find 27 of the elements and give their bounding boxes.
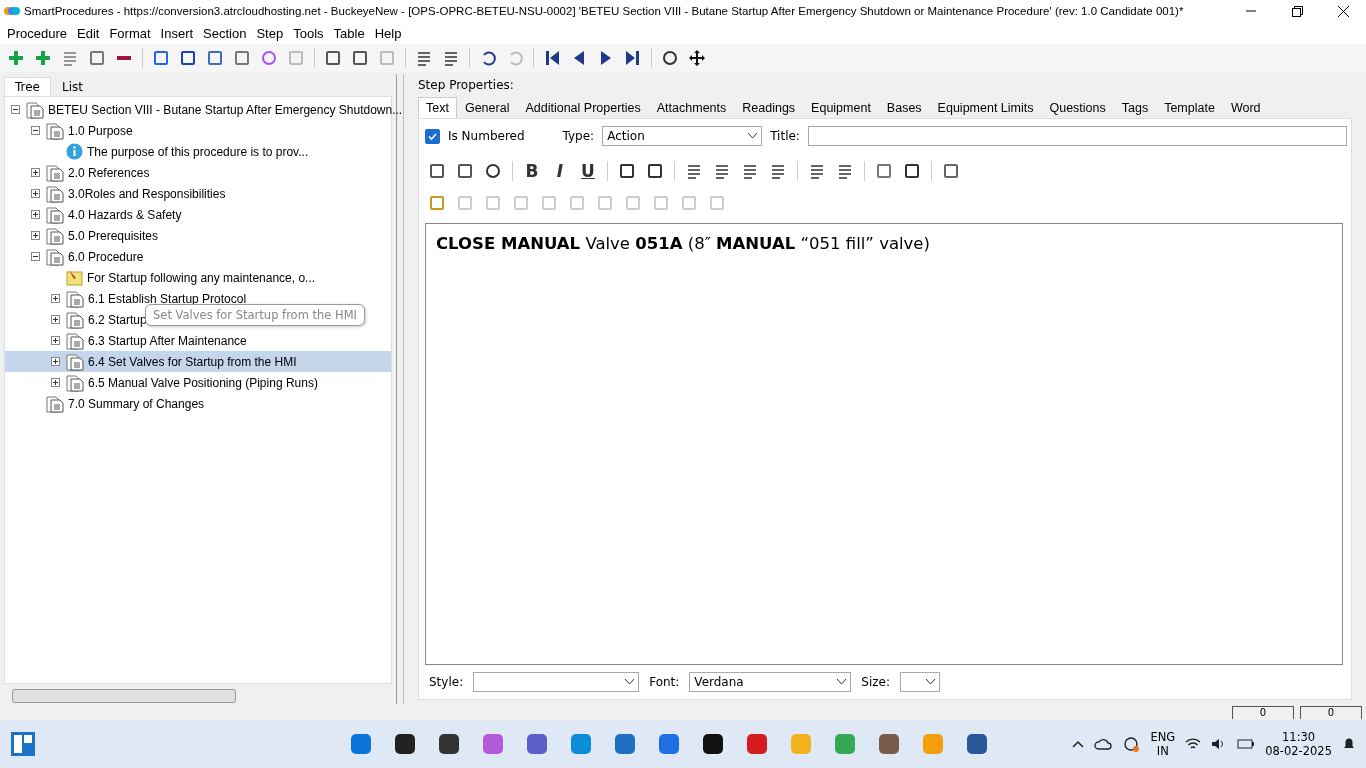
- status-field: 0: [1232, 706, 1294, 719]
- tree-item-label: The purpose of this procedure is to prov...: [87, 144, 309, 159]
- tree-item-label: For Startup following any maintenance, o...: [87, 270, 316, 285]
- title-label: Title:: [770, 129, 800, 143]
- status-field: 0: [1300, 706, 1362, 719]
- tree-item-label: 6.3 Startup After Maintenance: [88, 333, 247, 348]
- size-label: Size:: [861, 675, 891, 689]
- checkbox-label: Is Numbered: [448, 129, 525, 143]
- panel-heading: Step Properties:: [418, 78, 515, 92]
- font-label: Font:: [649, 675, 680, 689]
- window-title: SmartProcedures - https://conversion3.atrcloudhosting.net - BuckeyeNew - [OPS-OPRC-BETEU-NSU-0002] 'BETEU Section VIII - Butane Startup After Emergency Shutdown or Maintenance Procedure' (rev: 1.0 Candidate 001)*: [24, 5, 1184, 17]
- tree-item-label: 3.0Roles and Responsibilities: [68, 186, 226, 201]
- tree-item-label: 7.0 Summary of Changes: [68, 396, 205, 411]
- tree-item-label: 5.0 Prerequisites: [68, 228, 159, 243]
- tree-item-label: 6.0 Procedure: [68, 249, 144, 264]
- tree-item-label: 2.0 References: [68, 165, 150, 180]
- tree-item-label: 6.1 Establish Startup Protocol: [88, 291, 247, 306]
- step-text: CLOSE MANUAL Valve 051A (8″ MANUAL “051 fill” valve): [436, 234, 931, 253]
- type-label: Type:: [562, 129, 595, 143]
- tree-item-label: 6.4 Set Valves for Startup from the HMI: [88, 354, 297, 369]
- tree-item-label: BETEU Section VIII - Butane Startup After Emergency Shutdown...: [48, 102, 403, 117]
- tree-item-label: 1.0 Purpose: [68, 123, 133, 138]
- tree-item-label: 6.5 Manual Valve Positioning (Piping Runs): [88, 375, 318, 390]
- tooltip: Set Valves for Startup from the HMI: [145, 304, 365, 326]
- tree-item-label: 4.0 Hazards & Safety: [68, 207, 182, 222]
- tree-item-label: 6.2 Startup: [88, 312, 147, 327]
- style-label: Style:: [429, 675, 464, 689]
